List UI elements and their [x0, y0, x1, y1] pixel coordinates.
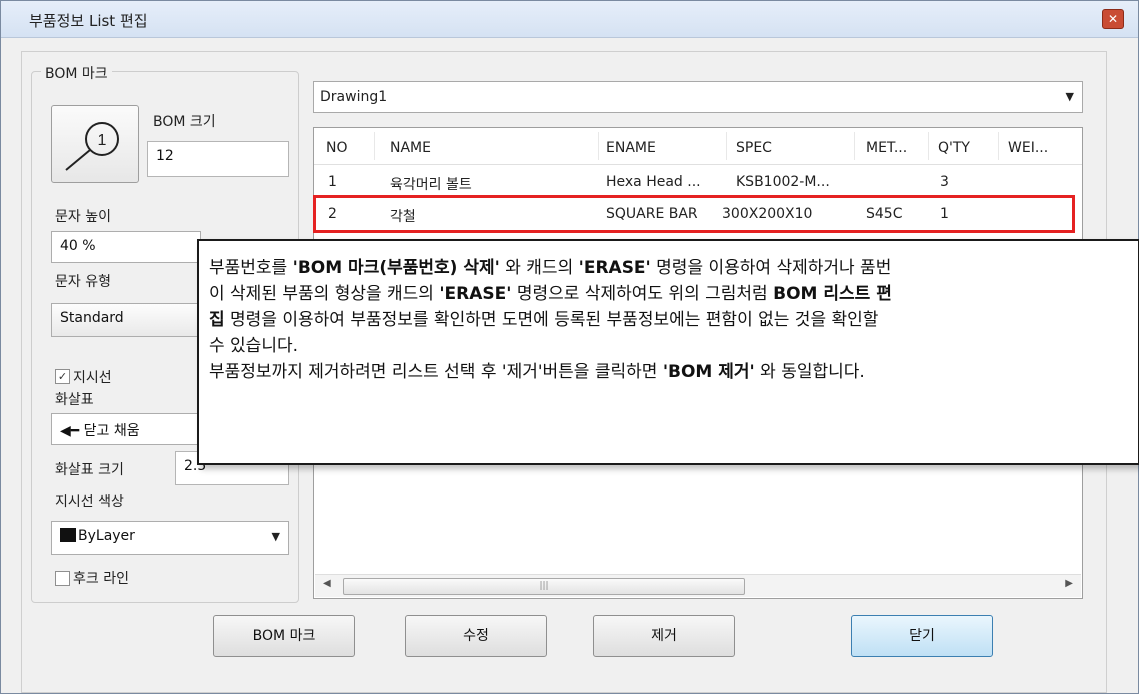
close-icon[interactable]: ✕: [1102, 9, 1124, 29]
bom-size-label: BOM 크기: [153, 114, 216, 130]
leader-color-label: 지시선 색상: [55, 494, 124, 510]
leader-label: 지시선: [73, 370, 112, 386]
bom-mark-icon-button[interactable]: 1: [51, 105, 139, 183]
chevron-down-icon: ▼: [1065, 90, 1074, 103]
callout-line-5: 부품정보까지 제거하려면 리스트 선택 후 '제거'버튼을 클릭하면 'BOM …: [209, 362, 865, 382]
column-header[interactable]: WEI...: [1008, 140, 1048, 156]
table-cell: 육각머리 볼트: [390, 177, 472, 193]
dialog-window: 부품정보 List 편집 ✕ BOM 마크 1 BOM 크기 12 문자 높이 …: [0, 0, 1139, 694]
parts-list-header: NO NAME ENAME SPEC MET... Q'TY WEI...: [314, 128, 1082, 165]
scroll-left-icon[interactable]: ◀: [323, 578, 331, 589]
chevron-down-icon: ▼: [271, 530, 280, 543]
table-cell: 1: [328, 174, 337, 190]
arrow-type-combo[interactable]: ◀━ 닫고 채움: [51, 413, 201, 445]
horizontal-scrollbar[interactable]: ◀ ||| ▶: [315, 574, 1081, 597]
column-header[interactable]: SPEC: [736, 140, 772, 156]
arrow-type-value: ◀━ 닫고 채움: [60, 423, 140, 439]
leader-color-combo[interactable]: ByLayer ▼: [51, 521, 289, 555]
column-header[interactable]: NAME: [390, 140, 431, 156]
selected-row-highlight: [313, 195, 1075, 233]
callout-line-4: 수 있습니다.: [209, 336, 299, 356]
bom-balloon-icon: 1: [65, 122, 119, 171]
table-row[interactable]: 1 육각머리 볼트 Hexa Head ... KSB1002-M... 3: [314, 170, 1082, 194]
text-style-combo[interactable]: Standard: [51, 303, 201, 337]
title-bar[interactable]: 부품정보 List 편집 ✕: [1, 1, 1138, 38]
leader-color-value: ByLayer: [78, 528, 135, 544]
column-header[interactable]: Q'TY: [938, 140, 970, 156]
hook-line-checkbox[interactable]: [55, 571, 70, 586]
drawing-select-value: Drawing1: [320, 89, 388, 105]
table-cell: KSB1002-M...: [736, 174, 830, 190]
arrow-size-label: 화살표 크기: [55, 462, 124, 478]
text-height-combo[interactable]: 40 %: [51, 231, 201, 263]
callout-line-3: 집 명령을 이용하여 부품정보를 확인하면 도면에 등록된 부품정보에는 편함이…: [209, 310, 879, 330]
column-header[interactable]: NO: [326, 140, 348, 156]
bom-mark-button[interactable]: BOM 마크: [213, 615, 355, 657]
bom-mark-group-label: BOM 마크: [41, 63, 112, 83]
table-cell: Hexa Head ...: [606, 174, 701, 190]
window-title: 부품정보 List 편집: [29, 12, 148, 30]
table-cell: 3: [940, 174, 949, 190]
callout-line-1: 부품번호를 'BOM 마크(부품번호) 삭제' 와 캐드의 'ERASE' 명령…: [209, 258, 892, 278]
scroll-right-icon[interactable]: ▶: [1065, 578, 1073, 589]
leader-checkbox[interactable]: ✓: [55, 369, 70, 384]
callout-line-2: 이 삭제된 부품의 형상을 캐드의 'ERASE' 명령으로 삭제하여도 위의 …: [209, 284, 892, 304]
scroll-thumb[interactable]: |||: [343, 578, 745, 595]
explanation-callout: 부품번호를 'BOM 마크(부품번호) 삭제' 와 캐드의 'ERASE' 명령…: [197, 239, 1139, 465]
edit-button[interactable]: 수정: [405, 615, 547, 657]
arrow-label: 화살표: [55, 392, 94, 408]
bom-size-input[interactable]: 12: [147, 141, 289, 177]
column-header[interactable]: MET...: [866, 140, 907, 156]
drawing-select[interactable]: Drawing1 ▼: [313, 81, 1083, 113]
remove-button[interactable]: 제거: [593, 615, 735, 657]
hook-line-label: 후크 라인: [73, 571, 129, 587]
color-swatch: [60, 528, 76, 542]
column-header[interactable]: ENAME: [606, 140, 656, 156]
close-button[interactable]: 닫기: [851, 615, 993, 657]
text-height-value: 40 %: [60, 238, 96, 254]
text-style-value: Standard: [60, 310, 124, 326]
text-height-label: 문자 높이: [55, 209, 111, 225]
bom-balloon-number: 1: [98, 132, 107, 149]
text-style-label: 문자 유형: [55, 274, 111, 290]
